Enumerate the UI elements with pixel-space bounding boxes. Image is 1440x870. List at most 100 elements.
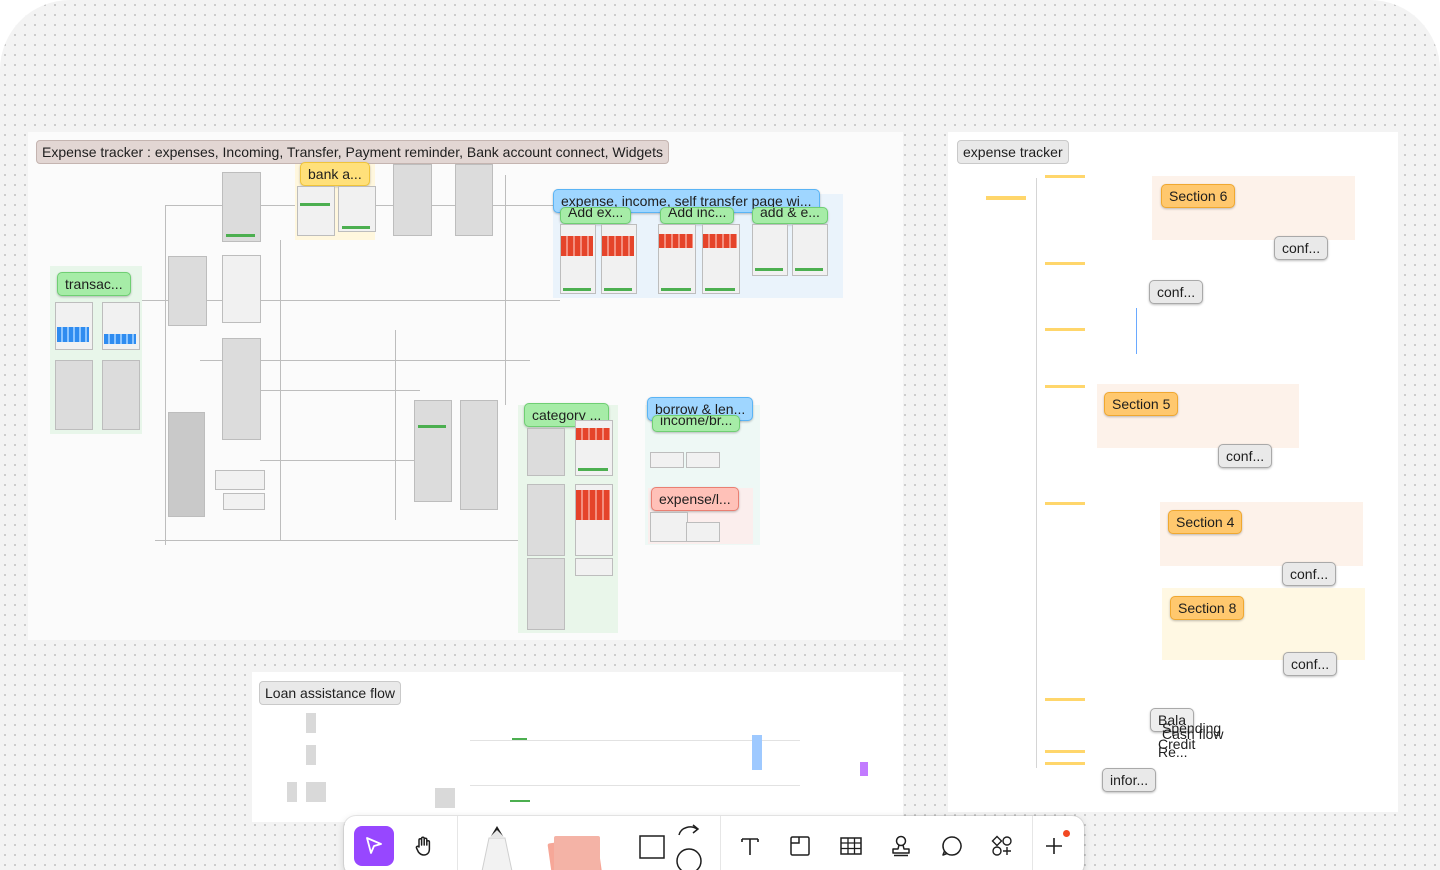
plus-icon (1046, 838, 1062, 854)
widgets-tool-button[interactable] (982, 826, 1022, 866)
widgets-icon (991, 835, 1012, 856)
screen-thumbnail (527, 484, 565, 556)
overlap-note[interactable]: Re... (1150, 740, 1196, 764)
screen-thumbnail (168, 256, 207, 326)
root-node (986, 196, 1026, 200)
section-6-label[interactable]: Section 6 (1161, 184, 1236, 208)
conf-note[interactable]: conf... (1218, 444, 1273, 468)
branch-node (1045, 175, 1085, 178)
screen-thumbnail (222, 172, 261, 242)
text-tool-button[interactable] (730, 826, 770, 866)
screen-thumbnail (102, 360, 140, 430)
loan-cta (512, 738, 527, 740)
sticky-note-tool-button[interactable] (540, 826, 610, 870)
move-tool-button[interactable] (354, 826, 394, 866)
stamp-tool-button[interactable] (881, 826, 921, 866)
hand-tool-button[interactable] (404, 826, 444, 866)
connector-tool-button[interactable] (669, 824, 709, 870)
conf-note[interactable]: conf... (1282, 562, 1337, 586)
shape-tool-button[interactable] (632, 826, 672, 866)
branch-node (1045, 698, 1085, 701)
sticky-transactions[interactable]: transac... (57, 272, 131, 296)
section-tool-button[interactable] (780, 826, 820, 866)
main-frame-title[interactable]: Expense tracker : expenses, Incoming, Tr… (36, 140, 669, 164)
branch-node (1045, 502, 1085, 505)
conf-note[interactable]: conf... (1274, 236, 1329, 260)
loan-node (287, 782, 297, 802)
cta-bar (755, 268, 783, 271)
cta-bar (563, 288, 591, 291)
figjam-canvas[interactable]: Expense tracker : expenses, Incoming, Tr… (0, 0, 1440, 870)
keypad-thumbnail (659, 234, 693, 248)
comment-tool-button[interactable] (932, 826, 972, 866)
connector (1136, 308, 1137, 354)
comment-icon (942, 836, 962, 856)
conf-note[interactable]: conf... (1283, 652, 1338, 676)
expense-tracker-frame-title[interactable]: expense tracker (957, 140, 1069, 164)
cta-bar (661, 288, 691, 291)
loan-cta (510, 800, 530, 802)
connector (260, 460, 420, 461)
tree-trunk (1036, 178, 1037, 768)
loan-node (306, 782, 326, 802)
screen-thumbnail (460, 400, 498, 510)
connector (470, 785, 800, 786)
sticky-add-edit[interactable]: add & e... (752, 207, 828, 224)
section-4-label[interactable]: Section 4 (1168, 510, 1243, 534)
calendar-thumbnail (57, 327, 89, 342)
connector (470, 740, 800, 741)
screen-thumbnail (393, 164, 432, 236)
conf-note[interactable]: conf... (1149, 280, 1204, 304)
loan-node (752, 735, 762, 770)
text-icon (741, 838, 759, 855)
table-tool-button[interactable] (831, 826, 871, 866)
keypad-thumbnail (561, 236, 593, 256)
branch-node (1045, 328, 1085, 331)
cta-bar (578, 468, 608, 471)
connector (260, 390, 420, 391)
screen-thumbnail (223, 493, 265, 510)
cta-bar (418, 425, 446, 428)
screen-thumbnail (414, 400, 452, 502)
bottom-toolbar (344, 816, 1084, 870)
cta-bar (342, 226, 370, 229)
info-note[interactable]: infor... (1102, 768, 1157, 792)
toolbar-divider (1032, 816, 1033, 870)
keypad-thumbnail (576, 490, 610, 520)
sticky-income-borrow[interactable]: income/br... (652, 415, 741, 432)
branch-node (1045, 262, 1085, 265)
loan-node (860, 762, 868, 776)
table-icon (840, 837, 862, 855)
section-icon (790, 836, 810, 856)
keypad-thumbnail (703, 234, 737, 248)
hand-icon (415, 836, 431, 856)
cta-bar (604, 288, 632, 291)
screen-thumbnail (222, 338, 261, 440)
connector (155, 540, 525, 541)
screen-thumbnail (575, 558, 613, 576)
screen-thumbnail (527, 558, 565, 630)
keypad-thumbnail (602, 236, 634, 256)
pen-tool-button[interactable] (474, 824, 520, 870)
connector (280, 240, 281, 540)
screen-thumbnail (601, 224, 637, 294)
sticky-add-expense[interactable]: Add ex... (560, 207, 632, 224)
sticky-expense-lend[interactable]: expense/l... (651, 487, 739, 511)
connector (395, 330, 396, 520)
marker-icon (481, 826, 513, 870)
connector (505, 175, 506, 405)
connector-arrow-icon (676, 824, 702, 870)
sticky-stack-icon (547, 836, 603, 870)
screen-thumbnail (168, 412, 205, 517)
sticky-bank-account[interactable]: bank a... (300, 162, 370, 186)
screen-thumbnail (215, 470, 265, 490)
sticky-add-income[interactable]: Add inc... (660, 207, 735, 224)
section-5-label[interactable]: Section 5 (1104, 392, 1179, 416)
section-8-label[interactable]: Section 8 (1170, 596, 1245, 620)
loan-node (435, 788, 455, 808)
stamp-icon (892, 835, 910, 857)
square-shape-icon (639, 835, 665, 859)
screen-thumbnail (55, 302, 93, 350)
loan-assistance-frame-title[interactable]: Loan assistance flow (259, 681, 401, 705)
branch-node (1045, 750, 1085, 753)
